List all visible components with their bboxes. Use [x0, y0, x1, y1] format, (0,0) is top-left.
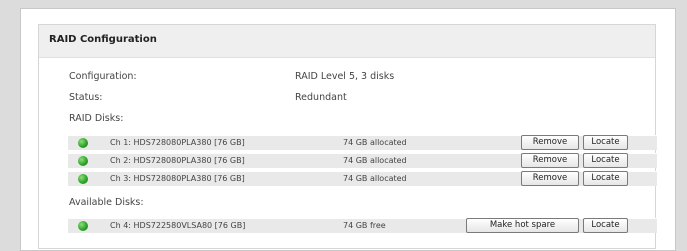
panel-header: RAID Configuration	[39, 25, 655, 58]
disk-allocation: 74 GB allocated	[343, 156, 407, 165]
disk-status-icon	[78, 174, 88, 184]
locate-button[interactable]: Locate	[583, 171, 628, 186]
configuration-label: Configuration:	[69, 71, 137, 82]
locate-button[interactable]: Locate	[583, 153, 628, 168]
raid-disk-row: Ch 3: HDS728080PLA380 [76 GB] 74 GB allo…	[68, 171, 657, 186]
status-label: Status:	[69, 92, 103, 103]
remove-button[interactable]: Remove	[521, 171, 579, 186]
disk-status-icon	[78, 156, 88, 166]
disk-allocation: 74 GB allocated	[343, 138, 407, 147]
disk-status-icon	[78, 221, 88, 231]
available-disk-row: Ch 4: HDS722580VLSA80 [76 GB] 74 GB free…	[68, 218, 657, 233]
remove-button[interactable]: Remove	[521, 153, 579, 168]
status-value: Redundant	[295, 92, 347, 103]
disk-name: Ch 3: HDS728080PLA380 [76 GB]	[110, 174, 245, 183]
disk-allocation: 74 GB allocated	[343, 174, 407, 183]
disk-name: Ch 2: HDS728080PLA380 [76 GB]	[110, 156, 245, 165]
raid-disk-row: Ch 1: HDS728080PLA380 [76 GB] 74 GB allo…	[68, 135, 657, 150]
disk-status-icon	[78, 138, 88, 148]
raid-disk-row: Ch 2: HDS728080PLA380 [76 GB] 74 GB allo…	[68, 153, 657, 168]
locate-button[interactable]: Locate	[583, 218, 628, 233]
locate-button[interactable]: Locate	[583, 135, 628, 150]
configuration-value: RAID Level 5, 3 disks	[295, 71, 395, 82]
disk-name: Ch 1: HDS728080PLA380 [76 GB]	[110, 138, 245, 147]
raid-disks-label: RAID Disks:	[69, 113, 124, 124]
make-hot-spare-button[interactable]: Make hot spare	[466, 218, 579, 233]
disk-name: Ch 4: HDS722580VLSA80 [76 GB]	[110, 221, 246, 230]
raid-configuration-panel: RAID Configuration Configuration: RAID L…	[38, 24, 657, 249]
panel-title: RAID Configuration	[49, 34, 157, 45]
disk-free-space: 74 GB free	[343, 221, 386, 230]
available-disks-label: Available Disks:	[69, 197, 144, 208]
remove-button[interactable]: Remove	[521, 135, 579, 150]
